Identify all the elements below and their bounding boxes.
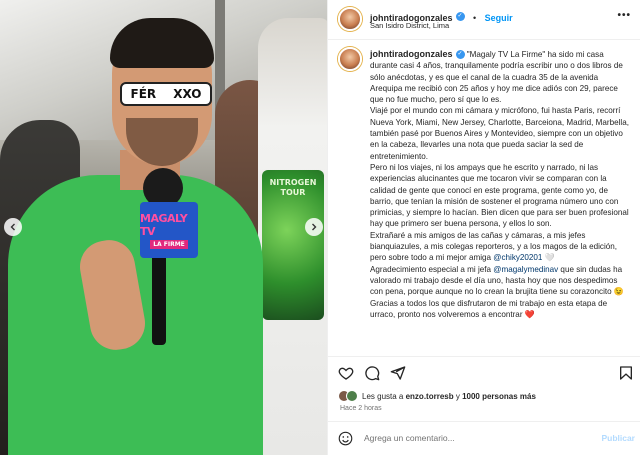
chevron-right-icon[interactable] — [305, 218, 323, 236]
caption-paragraph-6: Gracias a todos los que disfrutaron de m… — [370, 298, 632, 321]
liker-username[interactable]: enzo.torresb — [406, 392, 454, 401]
shirt-print-text: NITROGEN TOUR — [269, 178, 317, 197]
header-separator: • — [472, 13, 477, 23]
caption-p2: Viajé por el mundo con mi cámara y micró… — [370, 106, 629, 161]
location-link[interactable]: San Isidro District, Lima — [370, 21, 449, 30]
caption-p6-emoji: ❤️ — [524, 309, 535, 319]
glasses-text-left: FÉR — [130, 87, 157, 101]
post-photo[interactable]: NITROGEN TOUR FÉR XXO MAGALY TV LA FIRME — [0, 0, 327, 455]
caption-username[interactable]: johntiradogonzales — [370, 49, 453, 59]
mention-magaly[interactable]: @magalymedinav — [493, 265, 558, 274]
reporter-hair — [110, 18, 214, 68]
likes-text: Les gusta a enzo.torresb y 1000 personas… — [362, 392, 536, 401]
glasses-text-right: XXO — [173, 87, 202, 101]
post-timestamp[interactable]: Hace 2 horas — [340, 405, 382, 412]
comment-bar: Agrega un comentario... Publicar — [328, 421, 640, 455]
microphone-handle — [152, 250, 166, 345]
caption-paragraph-4: Extrañaré a mis amigos de las cañas y cá… — [370, 230, 632, 264]
caption-text: johntiradogonzales ✓ "Magaly TV La Firme"… — [370, 49, 632, 320]
share-icon[interactable] — [390, 365, 406, 381]
likes-middle: y — [453, 391, 463, 401]
caption-paragraph-1: johntiradogonzales ✓ "Magaly TV La Firme"… — [370, 49, 632, 105]
follow-button[interactable]: Seguir — [485, 13, 513, 23]
verified-badge-icon: ✓ — [455, 12, 465, 22]
verified-badge-icon: ✓ — [455, 50, 465, 60]
caption-p5-emoji: 😉 — [613, 287, 624, 297]
caption-p5-text-a: Agradecimiento especial a mi jefa — [370, 264, 494, 274]
action-bar — [328, 356, 640, 386]
smiley-icon[interactable] — [338, 431, 353, 446]
chevron-left-icon[interactable] — [4, 218, 22, 236]
caption-paragraph-5: Agradecimiento especial a mi jefa @magal… — [370, 264, 632, 298]
more-horizontal-icon[interactable]: ••• — [617, 10, 631, 21]
likes-row: Les gusta a enzo.torresb y 1000 personas… — [338, 388, 536, 404]
mic-flag-title: MAGALY TV — [140, 211, 188, 238]
caption-p4-emoji: 🤍 — [544, 253, 555, 263]
post-header: johntiradogonzales ✓ • Seguir San Isidro … — [328, 0, 640, 40]
caption-p6-text: Gracias a todos los que disfrutaron de m… — [370, 298, 608, 319]
mic-flag-subtitle: LA FIRME — [150, 239, 188, 249]
likes-prefix: Les gusta a — [362, 391, 406, 401]
caption-area: johntiradogonzales ✓ "Magaly TV La Firme"… — [328, 41, 640, 352]
novelty-glasses: FÉR XXO — [120, 82, 212, 106]
post-panel: johntiradogonzales ✓ • Seguir San Isidro … — [327, 0, 640, 455]
post-comment-button[interactable]: Publicar — [601, 433, 635, 443]
microphone-flag: MAGALY TV LA FIRME — [140, 202, 198, 258]
comment-icon[interactable] — [364, 365, 380, 381]
comment-input[interactable]: Agrega un comentario... — [364, 433, 455, 443]
caption-avatar[interactable] — [338, 47, 362, 71]
caption-p3: Pero ni los viajes, ni los ampays que he… — [370, 162, 629, 229]
avatar[interactable] — [338, 7, 362, 31]
mention-chiky[interactable]: @chiky20201 — [493, 253, 542, 262]
heart-icon[interactable] — [338, 365, 354, 381]
liker-avatar — [346, 390, 358, 402]
shirt-print: NITROGEN TOUR — [262, 170, 324, 320]
likes-count[interactable]: 1000 personas más — [462, 392, 536, 401]
bookmark-icon[interactable] — [618, 365, 634, 381]
